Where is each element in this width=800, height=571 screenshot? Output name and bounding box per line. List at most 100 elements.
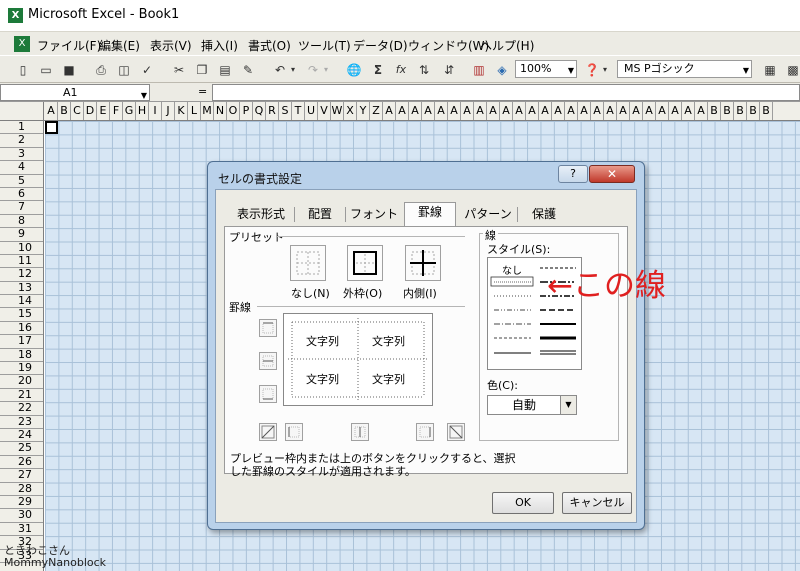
border-center-button[interactable]: [351, 423, 369, 441]
hyperlink-icon[interactable]: 🌐: [345, 61, 363, 79]
border-right-button[interactable]: [416, 423, 434, 441]
redo-icon[interactable]: ↷: [304, 61, 322, 79]
row-header[interactable]: 1: [0, 121, 43, 135]
column-header[interactable]: X: [344, 102, 357, 120]
row-header[interactable]: 11: [0, 254, 43, 269]
column-header[interactable]: A: [487, 102, 500, 120]
row-header[interactable]: 17: [0, 335, 43, 349]
spelling-icon[interactable]: ✓: [138, 61, 156, 79]
row-header[interactable]: 9: [0, 227, 43, 242]
column-header[interactable]: I: [149, 102, 162, 120]
column-header[interactable]: H: [136, 102, 149, 120]
copy-icon[interactable]: ❐: [193, 61, 211, 79]
row-header[interactable]: 31: [0, 522, 43, 537]
column-header[interactable]: U: [305, 102, 318, 120]
print-icon[interactable]: ⎙: [92, 61, 110, 79]
active-cell-a1[interactable]: [45, 121, 58, 134]
column-header[interactable]: B: [708, 102, 721, 120]
row-header[interactable]: 4: [0, 160, 43, 175]
column-header[interactable]: Q: [253, 102, 266, 120]
column-header[interactable]: A: [656, 102, 669, 120]
column-header[interactable]: G: [123, 102, 136, 120]
row-header[interactable]: 5: [0, 174, 43, 188]
row-header[interactable]: 2: [0, 134, 43, 148]
tab-border[interactable]: 罫線: [404, 202, 456, 226]
column-header[interactable]: F: [110, 102, 123, 120]
menu-window[interactable]: ウィンドウ(W): [408, 37, 489, 54]
row-header[interactable]: 13: [0, 281, 43, 296]
redo-dropdown-icon[interactable]: ▾: [321, 61, 331, 79]
undo-icon[interactable]: ↶: [271, 61, 289, 79]
help-icon[interactable]: ❓: [583, 61, 601, 79]
row-header[interactable]: 12: [0, 268, 43, 282]
row-header[interactable]: 6: [0, 187, 43, 202]
tab-alignment[interactable]: 配置: [298, 205, 342, 225]
row-header[interactable]: 20: [0, 375, 43, 389]
column-header[interactable]: A: [500, 102, 513, 120]
column-header[interactable]: A: [552, 102, 565, 120]
format-painter-icon[interactable]: ✎: [239, 61, 257, 79]
column-header[interactable]: A: [396, 102, 409, 120]
undo-dropdown-icon[interactable]: ▾: [288, 61, 298, 79]
column-header[interactable]: A: [513, 102, 526, 120]
column-header[interactable]: Y: [357, 102, 370, 120]
column-header[interactable]: N: [214, 102, 227, 120]
toolbar-options-icon[interactable]: ▾: [600, 61, 610, 79]
row-header[interactable]: 25: [0, 442, 43, 456]
color-select[interactable]: 自動 ▼: [487, 395, 577, 415]
column-header[interactable]: O: [227, 102, 240, 120]
menu-view[interactable]: 表示(V): [150, 37, 192, 54]
column-header[interactable]: B: [760, 102, 773, 120]
column-header[interactable]: W: [331, 102, 344, 120]
menu-help[interactable]: ヘルプ(H): [480, 37, 534, 54]
row-header[interactable]: 29: [0, 495, 43, 510]
drawing-icon[interactable]: ◈: [493, 61, 511, 79]
column-header[interactable]: V: [318, 102, 331, 120]
column-header[interactable]: Z: [370, 102, 383, 120]
name-box[interactable]: A1 ▼: [0, 84, 150, 101]
tab-protection[interactable]: 保護: [521, 205, 567, 225]
column-header[interactable]: D: [84, 102, 97, 120]
row-header[interactable]: 3: [0, 147, 43, 162]
column-header[interactable]: A: [422, 102, 435, 120]
row-header[interactable]: 26: [0, 455, 43, 470]
tab-patterns[interactable]: パターン: [460, 205, 516, 225]
column-header[interactable]: A: [383, 102, 396, 120]
help-button[interactable]: ?: [558, 165, 588, 183]
row-header[interactable]: 8: [0, 214, 43, 229]
border-diagonal-down-button[interactable]: [447, 423, 465, 441]
column-header[interactable]: B: [734, 102, 747, 120]
border-preview[interactable]: 文字列 文字列 文字列 文字列: [283, 313, 433, 406]
border-middle-button[interactable]: [259, 352, 277, 370]
row-header[interactable]: 27: [0, 468, 43, 483]
borders-icon[interactable]: ▦: [761, 61, 779, 79]
preset-outline-button[interactable]: [347, 245, 383, 281]
border-diagonal-up-button[interactable]: [259, 423, 277, 441]
font-select[interactable]: MS Pゴシック ▼: [617, 60, 752, 78]
sort-ascending-icon[interactable]: ⇅: [415, 61, 433, 79]
column-header[interactable]: A: [448, 102, 461, 120]
column-header[interactable]: L: [188, 102, 201, 120]
menu-tools[interactable]: ツール(T): [298, 37, 351, 54]
row-header[interactable]: 7: [0, 201, 43, 215]
border-left-button[interactable]: [285, 423, 303, 441]
ok-button[interactable]: OK: [492, 492, 554, 514]
row-header[interactable]: 23: [0, 415, 43, 429]
column-header[interactable]: S: [279, 102, 292, 120]
column-header[interactable]: A: [643, 102, 656, 120]
menu-format[interactable]: 書式(O): [248, 37, 291, 54]
function-icon[interactable]: fx: [392, 61, 410, 79]
column-header[interactable]: K: [175, 102, 188, 120]
column-header[interactable]: B: [747, 102, 760, 120]
column-header[interactable]: B: [721, 102, 734, 120]
border-top-button[interactable]: [259, 319, 277, 337]
fill-icon[interactable]: ▩: [784, 61, 800, 79]
column-header[interactable]: J: [162, 102, 175, 120]
column-header[interactable]: C: [71, 102, 84, 120]
border-bottom-button[interactable]: [259, 385, 277, 403]
autosum-icon[interactable]: Σ: [369, 61, 387, 79]
column-header[interactable]: E: [97, 102, 110, 120]
column-header[interactable]: A: [409, 102, 422, 120]
menu-data[interactable]: データ(D): [353, 37, 408, 54]
formula-input[interactable]: [212, 84, 800, 101]
